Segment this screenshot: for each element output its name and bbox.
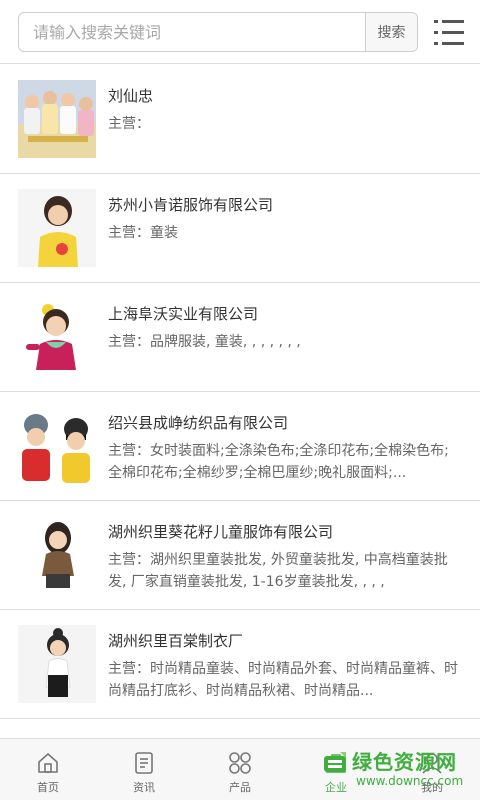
company-name: 绍兴县成峥纺织品有限公司 xyxy=(108,414,289,432)
search-button[interactable]: 搜索 xyxy=(365,13,417,51)
company-name: 上海阜沃实业有限公司 xyxy=(108,305,259,323)
watermark-logo-icon xyxy=(322,750,348,776)
company-name: 苏州小肯诺服饰有限公司 xyxy=(108,196,274,214)
company-list: 刘仙忠 主营： 苏州小肯诺服饰有限公司 主营：童装 上海阜沃实业有限公司 主营：… xyxy=(0,65,480,719)
company-main-business: 主营：湖州织里童装批发, 外贸童装批发, 中高档童装批发, 厂家直销童装批发, … xyxy=(108,552,448,590)
watermark-url: www.downcc.com xyxy=(356,774,464,788)
company-name: 湖州织里葵花籽儿童服饰有限公司 xyxy=(108,523,334,541)
company-name: 刘仙忠 xyxy=(108,87,154,105)
list-item[interactable]: 绍兴县成峥纺织品有限公司 主营：女时装面料;全涤染色布;全涤印花布;全棉染色布;… xyxy=(0,392,480,501)
watermark-title: 绿色资源网 xyxy=(352,750,457,774)
list-item[interactable]: 上海阜沃实业有限公司 主营：品牌服装, 童装, , , , , , , xyxy=(0,283,480,392)
company-thumbnail xyxy=(18,189,96,267)
tab-label: 首页 xyxy=(37,781,59,794)
company-thumbnail xyxy=(18,516,96,594)
menu-icon[interactable] xyxy=(434,20,464,46)
company-thumbnail xyxy=(18,80,96,158)
tab-label: 资讯 xyxy=(133,781,155,794)
company-main-business: 主营：童装 xyxy=(108,225,178,241)
list-item[interactable]: 湖州织里葵花籽儿童服饰有限公司 主营：湖州织里童装批发, 外贸童装批发, 中高档… xyxy=(0,501,480,610)
news-icon xyxy=(132,751,156,775)
company-thumbnail xyxy=(18,298,96,376)
tab-products[interactable]: 产品 xyxy=(192,739,288,800)
company-thumbnail xyxy=(18,625,96,703)
search-input[interactable] xyxy=(19,13,367,51)
company-main-business: 主营： xyxy=(108,116,150,132)
company-main-business: 主营：女时装面料;全涤染色布;全涤印花布;全棉染色布;全棉印花布;全棉纱罗;全棉… xyxy=(108,443,449,481)
list-item[interactable]: 刘仙忠 主营： xyxy=(0,65,480,174)
list-item[interactable]: 湖州织里百棠制衣厂 主营：时尚精品童装、时尚精品外套、时尚精品童裤、时尚精品打底… xyxy=(0,610,480,719)
grid-icon xyxy=(228,751,252,775)
tab-home[interactable]: 首页 xyxy=(0,739,96,800)
list-item[interactable]: 苏州小肯诺服饰有限公司 主营：童装 xyxy=(0,174,480,283)
company-name: 湖州织里百棠制衣厂 xyxy=(108,632,244,650)
tab-news[interactable]: 资讯 xyxy=(96,739,192,800)
watermark: 绿色资源网 www.downcc.com xyxy=(322,744,472,794)
company-main-business: 主营：品牌服装, 童装, , , , , , , xyxy=(108,334,301,350)
home-icon xyxy=(36,751,60,775)
company-main-business: 主营：时尚精品童装、时尚精品外套、时尚精品童裤、时尚精品打底衫、时尚精品秋裙、时… xyxy=(108,661,458,699)
search-box: 搜索 xyxy=(18,12,418,52)
tab-label: 产品 xyxy=(229,781,251,794)
search-header: 搜索 xyxy=(0,0,480,64)
company-thumbnail xyxy=(18,407,96,485)
